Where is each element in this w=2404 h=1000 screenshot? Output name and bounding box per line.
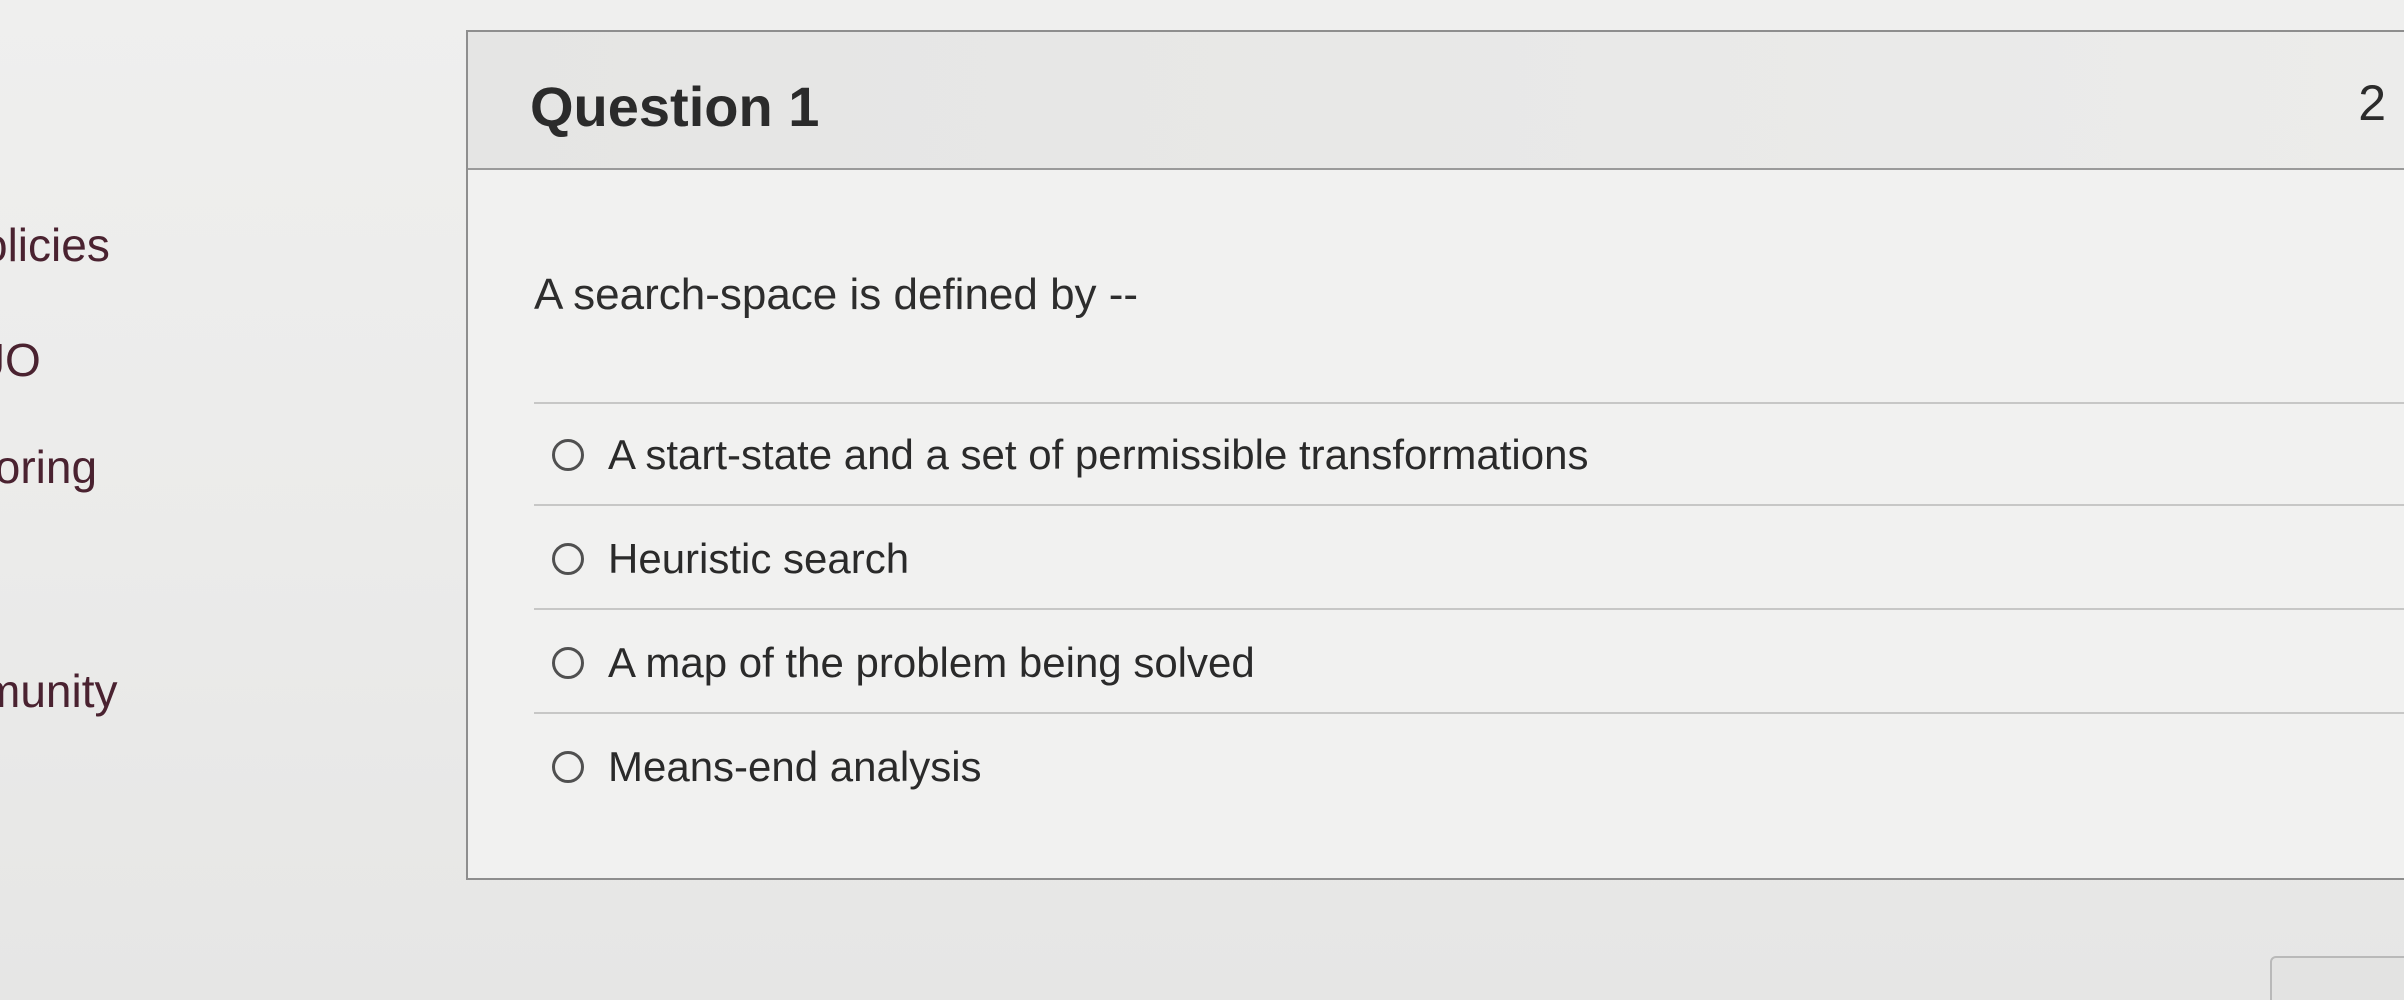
course-nav-sidebar: olicies JO toring munity <box>0 0 300 1000</box>
question-points: 2 <box>2358 75 2386 131</box>
answer-option-label: A start-state and a set of permissible t… <box>608 431 1589 478</box>
answer-option-label: Means-end analysis <box>608 743 982 790</box>
answer-option-1[interactable]: A start-state and a set of permissible t… <box>552 420 1588 490</box>
answer-option-3[interactable]: A map of the problem being solved <box>552 628 1255 698</box>
radio-button[interactable] <box>552 647 584 679</box>
question-card: Question 1 2 A search-space is defined b… <box>466 30 2404 880</box>
nav-item-community[interactable]: munity <box>0 664 117 718</box>
answer-option-label: A map of the problem being solved <box>608 639 1255 686</box>
question-header: Question 1 2 <box>468 32 2404 170</box>
answer-divider <box>534 608 2404 610</box>
answer-option-label: Heuristic search <box>608 535 910 582</box>
answer-divider <box>534 712 2404 714</box>
answer-option-2[interactable]: Heuristic search <box>552 524 909 594</box>
quiz-page: olicies JO toring munity Question 1 2 A … <box>0 0 2404 1000</box>
question-prompt: A search-space is defined by -- <box>534 270 1139 319</box>
radio-button[interactable] <box>552 439 584 471</box>
radio-button[interactable] <box>552 543 584 575</box>
radio-button[interactable] <box>552 751 584 783</box>
nav-item-jo[interactable]: JO <box>0 333 41 387</box>
nav-item-tutoring[interactable]: toring <box>0 440 97 494</box>
answer-divider <box>534 402 2404 404</box>
nav-item-policies[interactable]: olicies <box>0 218 110 272</box>
answer-option-4[interactable]: Means-end analysis <box>552 732 982 802</box>
answer-divider <box>534 504 2404 506</box>
next-button[interactable] <box>2270 956 2404 1000</box>
question-title: Question 1 <box>530 75 820 138</box>
